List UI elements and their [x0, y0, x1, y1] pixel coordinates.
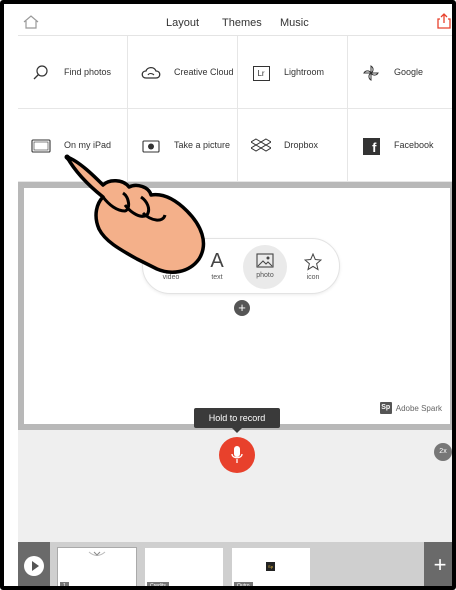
slide-stage: video A text photo icon + Sp Adobe Spark [18, 182, 452, 430]
text-glyph: A [210, 250, 224, 272]
option-icon[interactable]: icon [291, 247, 335, 287]
source-label: Lightroom [284, 67, 325, 77]
source-take-picture[interactable]: Take a picture [128, 109, 238, 182]
slide-thumb-outro[interactable]: Sp Outro [232, 548, 310, 586]
top-bar: Layout Themes Music [18, 8, 452, 36]
tab-music[interactable]: Music [280, 17, 309, 29]
photo-source-grid: Find photos Creative Cloud Lr Lightroom … [18, 36, 452, 182]
source-lightroom[interactable]: Lr Lightroom [238, 36, 348, 109]
home-icon[interactable] [22, 13, 40, 31]
source-creative-cloud[interactable]: Creative Cloud [128, 36, 238, 109]
ipad-icon [30, 136, 52, 156]
content-type-picker: video A text photo icon [142, 238, 340, 294]
spark-logo-icon: Sp [266, 562, 275, 571]
source-on-my-ipad[interactable]: On my iPad [18, 109, 128, 182]
play-button[interactable] [18, 542, 50, 586]
slide-thumb-1[interactable]: 1 [57, 547, 137, 586]
text-icon: A [195, 247, 239, 271]
facebook-icon-text: f [362, 137, 380, 155]
tab-themes[interactable]: Themes [222, 17, 262, 29]
tab-layout[interactable]: Layout [166, 17, 199, 29]
source-facebook[interactable]: f Facebook [348, 109, 452, 182]
option-label: video [162, 274, 180, 281]
source-label: Facebook [394, 140, 434, 150]
source-label: Take a picture [174, 140, 231, 150]
source-label: On my iPad [64, 140, 112, 150]
play-icon [24, 556, 44, 576]
creative-cloud-icon [140, 63, 162, 83]
option-label: text [211, 274, 223, 281]
google-photos-icon [360, 63, 382, 83]
option-text[interactable]: A text [195, 247, 239, 287]
microphone-icon [231, 446, 243, 463]
source-label: Dropbox [284, 140, 319, 150]
option-label: photo [256, 272, 274, 279]
source-google[interactable]: Google [348, 36, 452, 109]
option-photo[interactable]: photo [243, 245, 287, 289]
brand-name: Adobe Spark [395, 403, 442, 413]
facebook-icon: f [360, 136, 382, 156]
add-slide-button[interactable]: + [424, 542, 452, 586]
add-content-button[interactable]: + [234, 300, 250, 316]
chevron-down-icon [88, 551, 106, 556]
option-label: icon [306, 274, 320, 281]
source-dropbox[interactable]: Dropbox [238, 109, 348, 182]
adobe-spark-watermark: Sp Adobe Spark [379, 402, 442, 414]
slide-canvas[interactable]: video A text photo icon + Sp Adobe Spark [24, 188, 450, 424]
spark-logo-icon: Sp [379, 402, 392, 414]
thumb-label: Outro [234, 582, 253, 586]
source-label: Google [394, 67, 424, 77]
video-icon [149, 247, 193, 271]
option-video[interactable]: video [149, 247, 193, 287]
source-label: Creative Cloud [174, 67, 234, 77]
photo-icon [243, 245, 287, 269]
app-window: Layout Themes Music Find photos Creative… [0, 0, 456, 590]
lightroom-icon: Lr [250, 63, 272, 83]
dropbox-icon [250, 136, 272, 156]
search-icon [30, 63, 52, 83]
slide-filmstrip: 1 Credits Sp Outro + [18, 542, 452, 586]
source-label: Find photos [64, 67, 112, 77]
source-find-photos[interactable]: Find photos [18, 36, 128, 109]
slide-thumb-credits[interactable]: Credits [145, 548, 223, 586]
thumb-label: Credits [147, 582, 169, 586]
playback-speed-button[interactable]: 2x [434, 443, 452, 461]
share-icon[interactable] [436, 12, 452, 30]
camera-icon [140, 136, 162, 156]
star-icon [291, 247, 335, 271]
record-tooltip: Hold to record [194, 408, 280, 433]
thumb-label: 1 [60, 582, 69, 586]
voice-record-panel: Hold to record 2x [18, 408, 452, 542]
record-button[interactable] [219, 437, 255, 473]
lightroom-icon-text: Lr [252, 65, 270, 81]
